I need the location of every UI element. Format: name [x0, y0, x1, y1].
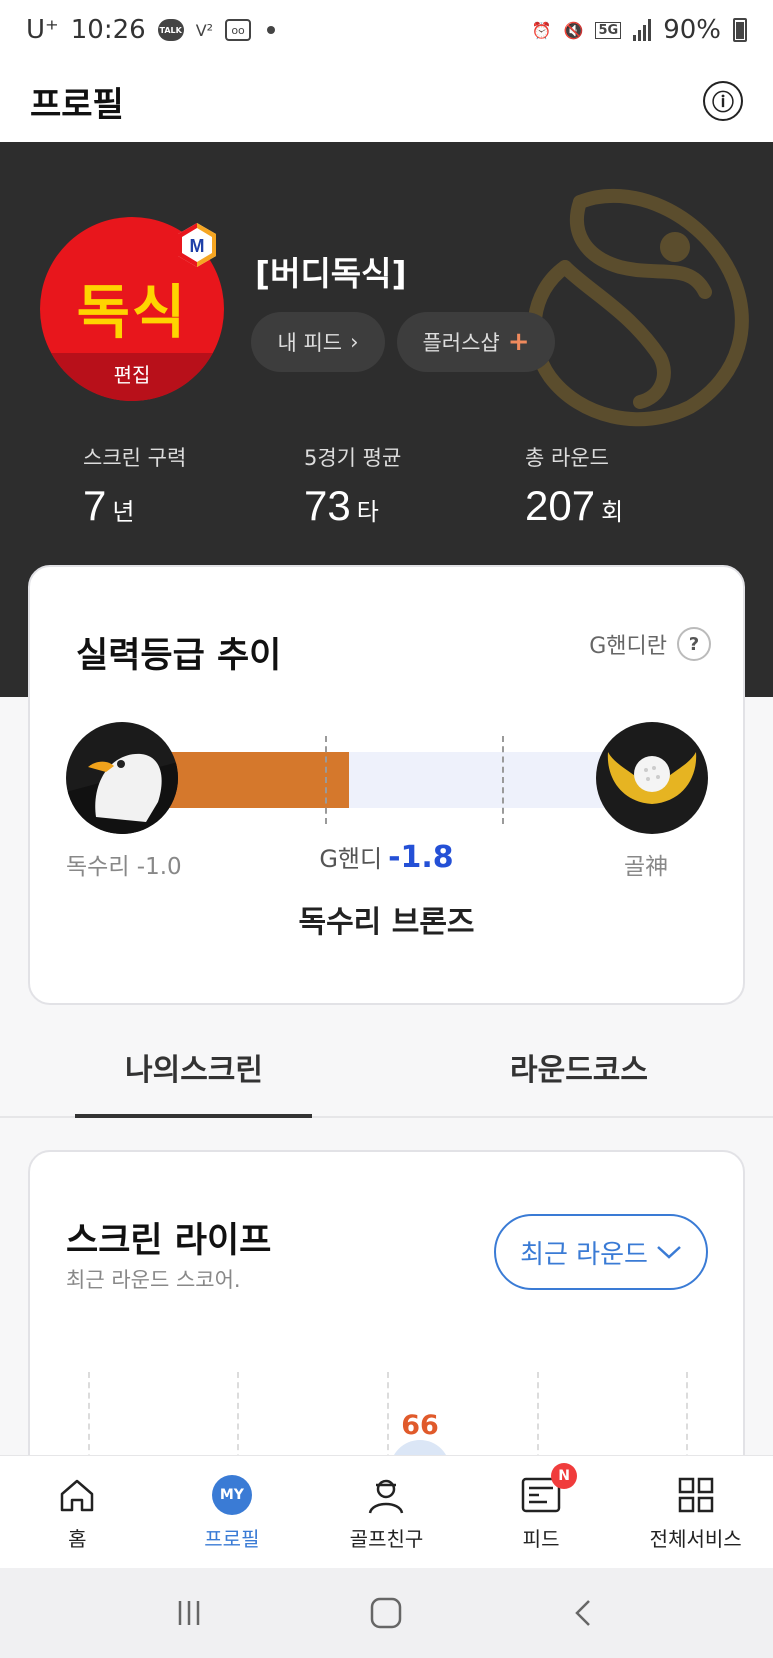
stat-unit: 타: [356, 499, 379, 526]
signal-icon: [633, 19, 652, 41]
page-title: 프로필: [30, 84, 124, 125]
chevron-right-icon: ›: [350, 330, 359, 354]
system-navigation-bar: [0, 1568, 773, 1658]
carrier-label: U⁺: [26, 15, 59, 45]
battery-percent: 90%: [663, 15, 721, 45]
grade-trend-card: 실력등급 추이 G핸디란 ? 독수리 -1.0 골神 G핸디 -1.8 독수리 브…: [28, 565, 745, 1005]
home-icon: [55, 1473, 99, 1517]
time-label: 10:26: [70, 15, 146, 45]
plus-shop-label: 플러스샵: [422, 331, 500, 355]
nav-all-services-label: 전체서비스: [649, 1526, 742, 1551]
stat-total-rounds: 총 라운드 207 회: [525, 442, 623, 530]
mute-icon: 🔇: [563, 20, 584, 40]
score-point-label: 66: [401, 1410, 439, 1441]
stat-unit: 회: [601, 499, 624, 526]
plus-shop-button[interactable]: 플러스샵 +: [397, 312, 555, 372]
current-g-handi-prefix: G핸디: [319, 845, 383, 873]
content-tabs: 나의스크린 라운드코스: [0, 1018, 773, 1118]
nav-home-label: 홈: [68, 1526, 87, 1551]
more-dot-icon: [267, 26, 276, 34]
chevron-down-icon: [657, 1246, 681, 1259]
stat-label: 총 라운드: [525, 446, 609, 470]
grid-icon: [674, 1473, 718, 1517]
new-badge: N: [551, 1462, 578, 1489]
stat-experience: 스크린 구력 7년: [83, 442, 186, 530]
g-handi-help-link[interactable]: G핸디란 ?: [589, 627, 711, 661]
stat-label: 5경기 평균: [304, 446, 402, 470]
recent-apps-icon[interactable]: [159, 1583, 219, 1643]
my-feed-button[interactable]: 내 피드 ›: [251, 312, 385, 372]
nav-feed[interactable]: N 피드: [464, 1456, 619, 1568]
membership-badge-icon: M: [178, 223, 216, 267]
g-handi-help-label: G핸디란: [589, 634, 667, 659]
my-feed-label: 내 피드: [277, 331, 343, 355]
tab-my-screen[interactable]: 나의스크린: [0, 1018, 387, 1118]
nickname: [버디독식]: [255, 254, 407, 293]
avatar-edit-button[interactable]: 편집: [40, 353, 224, 401]
nav-golf-friends[interactable]: 골프친구: [309, 1456, 464, 1568]
tab-round-course[interactable]: 라운드코스: [387, 1018, 773, 1116]
stat-value: 73: [304, 482, 351, 529]
stat-value: 207: [525, 482, 596, 529]
eagle-grade-icon: [66, 722, 178, 834]
current-g-handi-value: -1.8: [388, 840, 454, 875]
status-left: U⁺ 10:26 TALK V² oo: [26, 15, 276, 45]
grade-tick: [325, 736, 327, 824]
current-grade-name: 독수리 브론즈: [298, 905, 475, 940]
my-icon: MY: [211, 1474, 252, 1515]
volte-icon: V²: [195, 20, 214, 40]
battery-icon: [733, 18, 747, 42]
status-bar: U⁺ 10:26 TALK V² oo ⏰ 🔇 5G 90%: [0, 0, 773, 60]
alarm-icon: ⏰: [531, 20, 552, 40]
stat-unit: 년: [112, 499, 135, 526]
plus-icon: +: [507, 327, 530, 357]
current-g-handi: G핸디 -1.8: [30, 839, 743, 875]
screen-life-subtitle: 최근 라운드 스코어.: [66, 1268, 241, 1292]
voicemail-icon: oo: [225, 19, 252, 41]
stat-label: 스크린 구력: [83, 446, 187, 470]
talk-icon: TALK: [157, 19, 184, 41]
screen-life-title: 스크린 라이프: [66, 1221, 272, 1261]
badge-letter: M: [190, 236, 205, 256]
avatar-text: 독식: [76, 278, 188, 346]
status-right: ⏰ 🔇 5G 90%: [532, 15, 747, 45]
nav-all-services[interactable]: 전체서비스: [618, 1456, 773, 1568]
recent-round-dropdown[interactable]: 최근 라운드: [494, 1214, 708, 1290]
network-5g-icon: 5G: [595, 21, 622, 39]
nav-profile[interactable]: MY 프로필: [155, 1456, 310, 1568]
person-icon: [364, 1473, 408, 1517]
nav-feed-label: 피드: [522, 1526, 560, 1551]
stat-average: 5경기 평균 73 타: [304, 442, 401, 530]
back-icon[interactable]: [554, 1583, 614, 1643]
stat-value: 7: [83, 482, 107, 529]
bottom-navigation: 홈 MY 프로필 골프친구 N 피드 전체서비스: [0, 1455, 773, 1568]
nav-profile-label: 프로필: [204, 1526, 260, 1551]
nav-home[interactable]: 홈: [0, 1456, 155, 1568]
feed-icon: N: [519, 1462, 578, 1517]
home-button-icon[interactable]: [356, 1583, 416, 1643]
eagle-emblem-icon: [527, 188, 749, 427]
golf-god-grade-icon: [596, 722, 708, 834]
grade-card-title: 실력등급 추이: [76, 636, 282, 676]
recent-round-label: 최근 라운드: [520, 1239, 648, 1270]
grade-tick: [502, 736, 504, 824]
nav-golf-friends-label: 골프친구: [349, 1526, 424, 1551]
info-icon[interactable]: ⓘ: [703, 81, 743, 121]
grade-progress-fill: [160, 752, 349, 808]
app-header: 프로필 ⓘ: [0, 60, 773, 142]
question-icon: ?: [677, 627, 711, 661]
grade-progress-track: [160, 736, 620, 824]
